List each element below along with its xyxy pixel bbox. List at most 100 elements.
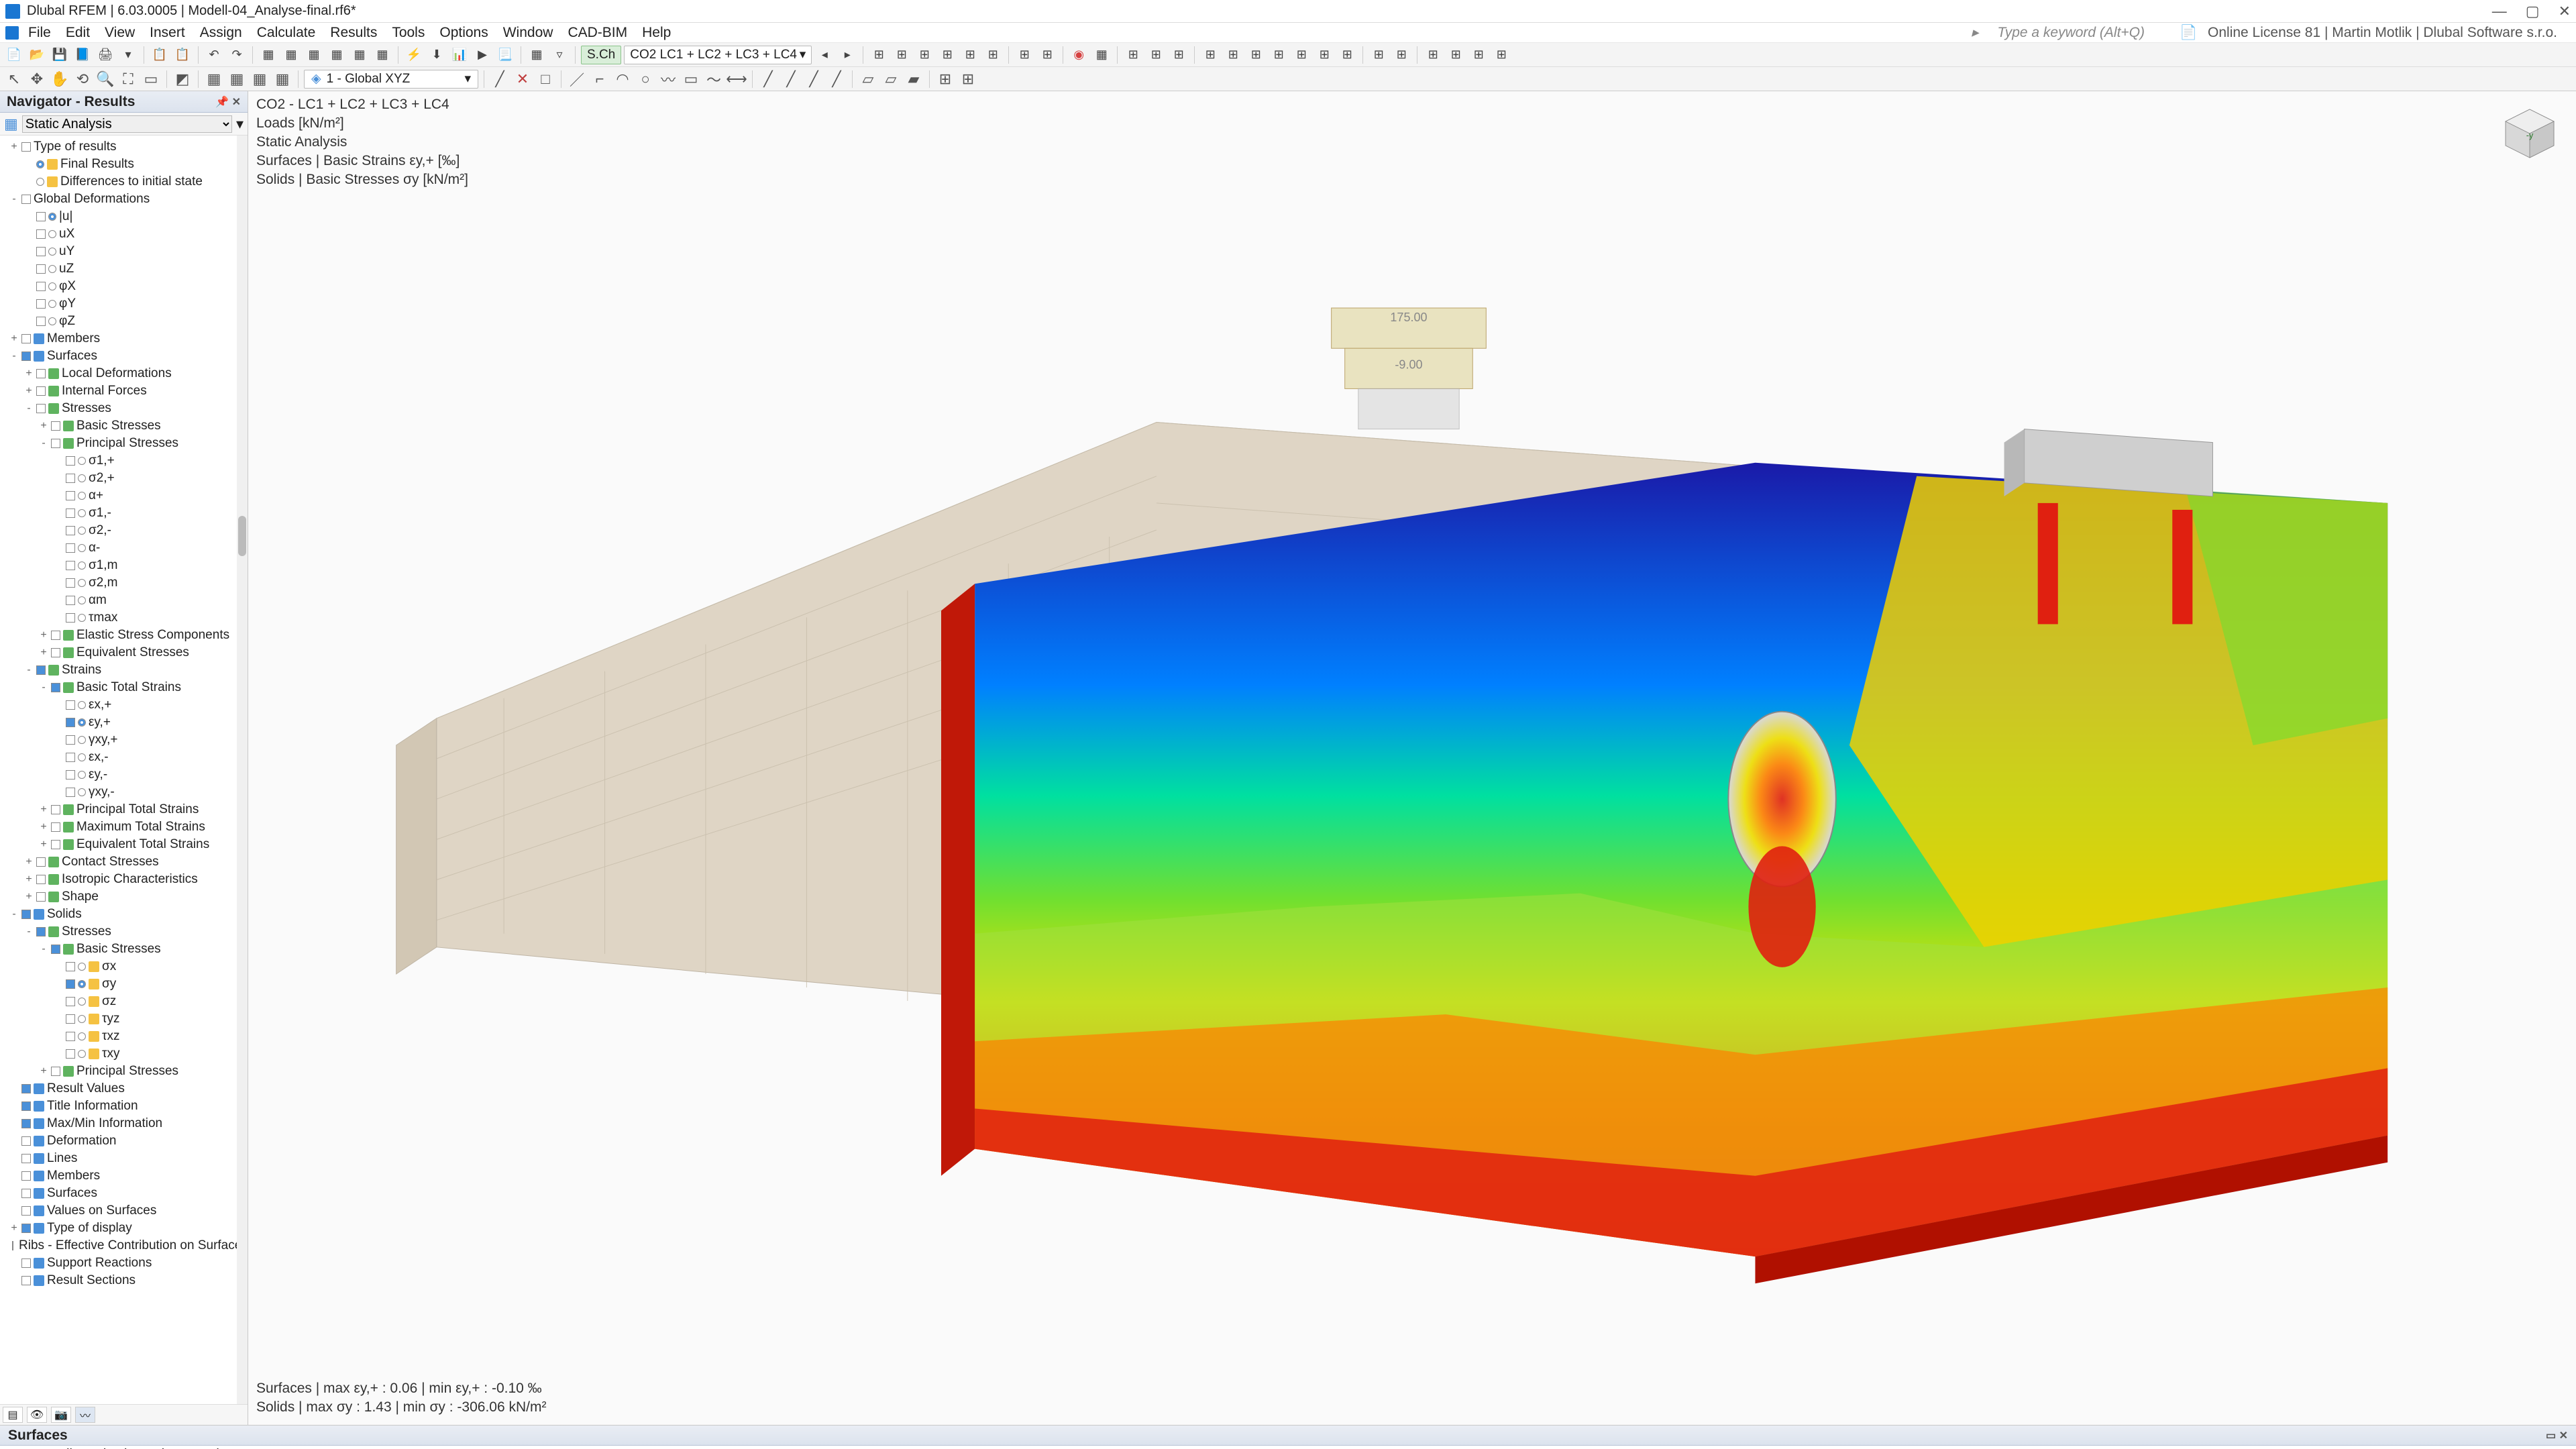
loadcase-combo[interactable]: CO2 LC1 + LC2 + LC3 + LC4▾ [624,46,812,64]
nurbs-icon[interactable]: 〜 [704,69,724,89]
view-2-icon[interactable]: ▦ [281,45,301,65]
tree-item[interactable]: -Surfaces [4,347,248,365]
navigator-tree[interactable]: +Type of resultsFinal ResultsDifferences… [0,136,248,1404]
r-icon[interactable]: ⊞ [1291,45,1311,65]
k-icon[interactable]: ⊞ [1123,45,1143,65]
prev-lc-icon[interactable]: ◂ [814,45,835,65]
next-lc-icon[interactable]: ▸ [837,45,857,65]
s1-icon[interactable]: ▱ [858,69,878,89]
view-mode-3-icon[interactable]: ▦ [250,69,270,89]
menu-calculate[interactable]: Calculate [250,23,323,42]
f-icon[interactable]: ⊞ [983,45,1003,65]
maximize-button[interactable]: ▢ [2526,3,2540,20]
tree-item[interactable]: -Stresses [4,923,248,941]
report-icon[interactable]: 📃 [495,45,515,65]
tree-item[interactable]: -Principal Stresses [4,435,248,452]
tree-item[interactable]: +Local Deformations [4,365,248,382]
menu-results[interactable]: Results [323,23,384,42]
menu-window[interactable]: Window [496,23,560,42]
set1-icon[interactable]: ⊞ [935,69,955,89]
pan-icon[interactable]: ✋ [50,69,70,89]
tree-item[interactable]: +Elastic Stress Components [4,627,248,644]
tree-item[interactable]: φX [4,278,248,295]
q-icon[interactable]: ⊞ [1269,45,1289,65]
pin-icon[interactable]: 📌 ✕ [215,95,241,109]
s-icon[interactable]: ⊞ [1314,45,1334,65]
c-icon[interactable]: ⊞ [914,45,934,65]
v-icon[interactable]: ⊞ [1391,45,1411,65]
d-icon[interactable]: ⊞ [937,45,957,65]
nav-mode-drop-icon[interactable]: ▾ [236,115,244,133]
m1-icon[interactable]: ╱ [758,69,778,89]
tree-item[interactable]: +Basic Stresses [4,417,248,435]
m2-icon[interactable]: ╱ [781,69,801,89]
tree-item[interactable]: εy,+ [4,714,248,731]
u-icon[interactable]: ⊞ [1368,45,1389,65]
iso-icon[interactable]: ◩ [172,69,193,89]
tree-item[interactable]: |u| [4,208,248,225]
tree-item[interactable]: σz [4,993,248,1010]
tree-item[interactable]: γxy,+ [4,731,248,749]
tree-item[interactable]: σ1,+ [4,452,248,470]
tree-item[interactable]: Final Results [4,156,248,173]
workplane-combo[interactable]: ◈1 - Global XYZ▾ [304,70,478,89]
circle-icon[interactable]: ○ [635,69,655,89]
e-icon[interactable]: ⊞ [960,45,980,65]
calc-icon[interactable]: ⚡ [404,45,424,65]
h-icon[interactable]: ⊞ [1037,45,1057,65]
d2-icon[interactable]: ✕ [513,69,533,89]
spline-icon[interactable]: 〰 [658,69,678,89]
dim-icon[interactable]: ⟷ [727,69,747,89]
tree-item[interactable]: -Global Deformations [4,191,248,208]
s2-icon[interactable]: ▱ [881,69,901,89]
loads-icon[interactable]: ⬇ [427,45,447,65]
zoom-icon[interactable]: 🔍 [95,69,115,89]
copy-icon[interactable]: 📋 [150,45,170,65]
view-5-icon[interactable]: ▦ [350,45,370,65]
view-3-icon[interactable]: ▦ [304,45,324,65]
move-icon[interactable]: ✥ [27,69,47,89]
tree-item[interactable]: Values on Surfaces [4,1202,248,1220]
l-icon[interactable]: ⊞ [1146,45,1166,65]
tree-item[interactable]: εx,+ [4,696,248,714]
p-icon[interactable]: ⊞ [1246,45,1266,65]
tree-item[interactable]: +Type of display [4,1220,248,1237]
orientation-cube[interactable]: -y [2500,103,2560,164]
tree-item[interactable]: Max/Min Information [4,1115,248,1132]
tree-item[interactable]: σ2,m [4,574,248,592]
tree-item[interactable]: +Maximum Total Strains [4,818,248,836]
tree-item[interactable]: -Solids [4,906,248,923]
menu-help[interactable]: Help [635,23,678,42]
tree-item[interactable]: Members [4,1167,248,1185]
zoom-fit-icon[interactable]: ⛶ [118,69,138,89]
tree-item[interactable]: uY [4,243,248,260]
tree-item[interactable]: Result Values [4,1080,248,1097]
y-icon[interactable]: ⊞ [1468,45,1489,65]
a-icon[interactable]: ⊞ [869,45,889,65]
rotate-icon[interactable]: ⟲ [72,69,93,89]
tree-item[interactable]: α- [4,539,248,557]
view-mode-2-icon[interactable]: ▦ [227,69,247,89]
results-icon[interactable]: 📊 [449,45,470,65]
tree-item[interactable]: εy,- [4,766,248,784]
polyline-icon[interactable]: ⌐ [590,69,610,89]
search-keyword-input[interactable]: Type a keyword (Alt+Q) [1990,23,2151,42]
o-icon[interactable]: ⊞ [1223,45,1243,65]
arc-icon[interactable]: ◠ [612,69,633,89]
cursor-icon[interactable]: ↖ [4,69,24,89]
tree-item[interactable]: uZ [4,260,248,278]
tree-item[interactable]: +Isotropic Characteristics [4,871,248,888]
tree-item[interactable]: -Basic Total Strains [4,679,248,696]
tree-item[interactable]: +Internal Forces [4,382,248,400]
i-icon[interactable]: ◉ [1069,45,1089,65]
tree-item[interactable]: σ1,m [4,557,248,574]
tree-item[interactable]: +Equivalent Stresses [4,644,248,661]
redo-icon[interactable]: ↷ [227,45,247,65]
tree-item[interactable]: τmax [4,609,248,627]
tree-item[interactable]: +Shape [4,888,248,906]
tree-item[interactable]: +Equivalent Total Strains [4,836,248,853]
menu-insert[interactable]: Insert [143,23,192,42]
tree-item[interactable]: τxy [4,1045,248,1063]
tree-item[interactable]: Title Information [4,1097,248,1115]
b-icon[interactable]: ⊞ [892,45,912,65]
